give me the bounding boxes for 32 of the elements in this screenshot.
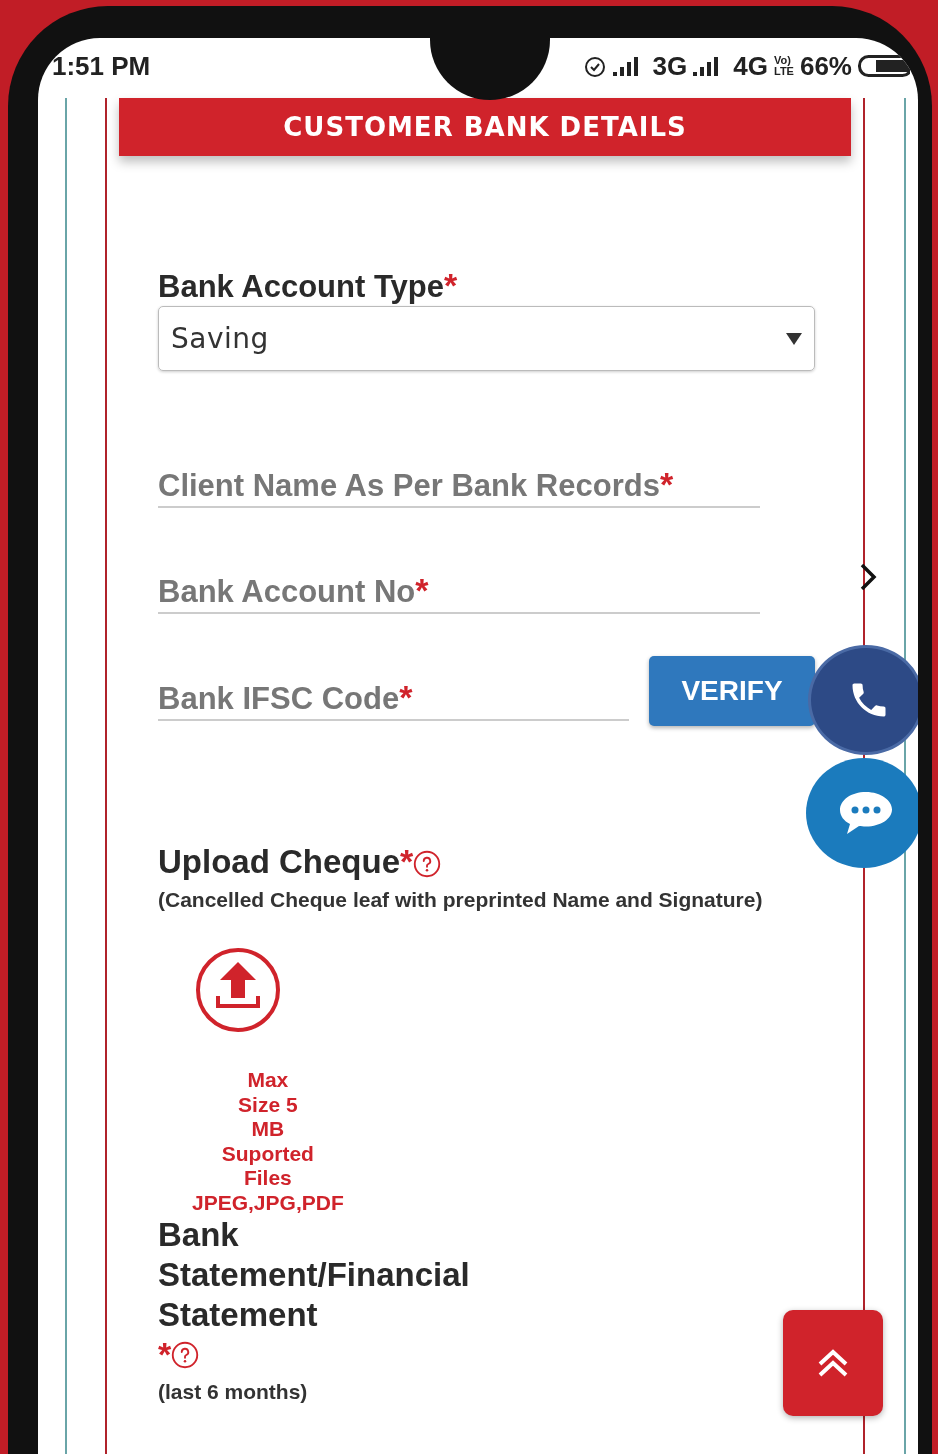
clock-time: 1:51 PM <box>52 50 151 82</box>
required-asterisk: * <box>158 1335 172 1374</box>
alarm-icon <box>582 54 607 78</box>
volte-label: Vo) LTE <box>774 55 794 77</box>
chevron-right-icon[interactable] <box>859 562 877 592</box>
input-field[interactable]: Client Name As Per Bank Records* <box>158 460 760 508</box>
battery-icon <box>858 54 910 78</box>
help-icon[interactable] <box>171 1340 200 1369</box>
input-field[interactable]: Bank Account No* <box>158 566 760 614</box>
verify-button[interactable]: VERIFY <box>649 656 815 726</box>
network-label: 3G <box>652 50 688 82</box>
upload-note: (last 6 months) <box>158 1380 309 1404</box>
section-header: CUSTOMER BANK DETAILS <box>119 98 851 156</box>
required-asterisk: * <box>443 266 458 304</box>
upload-title: Bank Statement/Financial Statement <box>158 1215 471 1335</box>
upload-title: Upload Cheque <box>158 843 400 880</box>
required-asterisk: * <box>415 571 429 610</box>
chat-bubble-icon <box>838 790 894 836</box>
account-type-select[interactable]: Saving <box>158 306 815 371</box>
field-label: Bank Account Type <box>158 269 444 304</box>
double-chevron-up-icon <box>816 1348 850 1378</box>
file-size-hint: Max Size 5 MB Suported Files JPEG,JPG,PDF <box>192 1068 344 1215</box>
required-asterisk: * <box>399 678 413 717</box>
upload-note: (Cancelled Cheque leaf with preprinted Name and Signature) <box>158 888 764 912</box>
required-asterisk: * <box>659 465 674 504</box>
scroll-to-top-button[interactable] <box>783 1310 883 1416</box>
caret-icon <box>786 332 802 345</box>
required-asterisk: * <box>400 842 414 880</box>
battery-percent: 66% <box>799 50 852 82</box>
input-field[interactable]: Bank IFSC Code* <box>158 673 629 721</box>
network-label: 4G <box>733 50 768 82</box>
help-icon[interactable] <box>413 850 442 879</box>
